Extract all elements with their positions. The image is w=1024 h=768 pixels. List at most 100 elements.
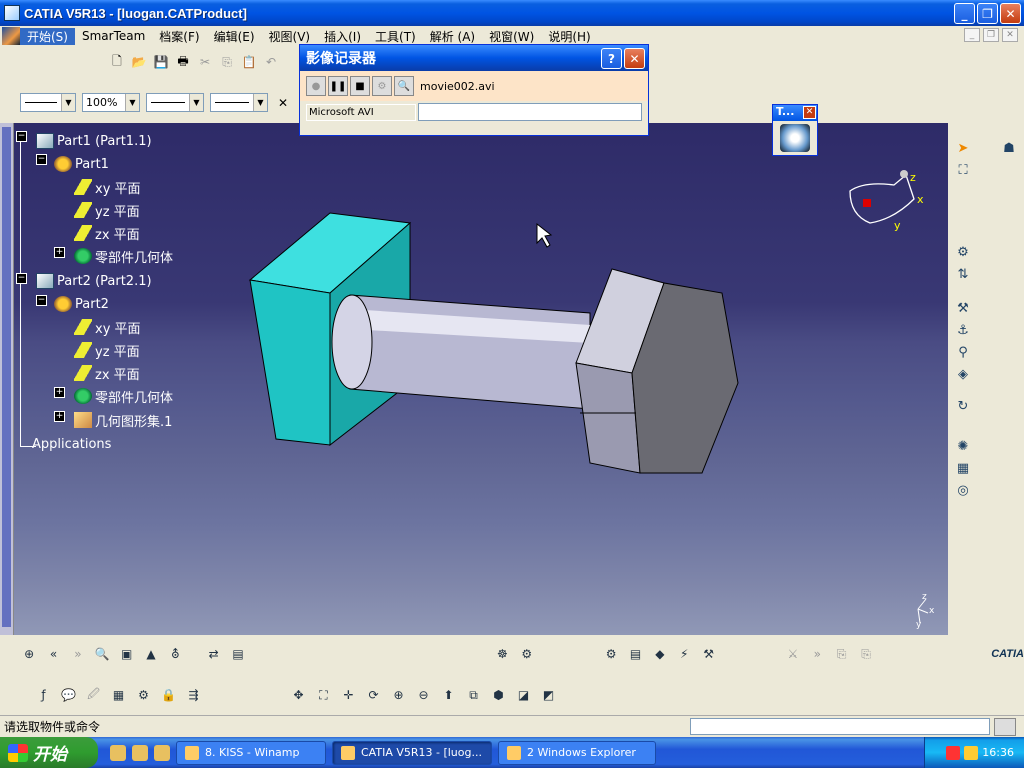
transparency-combo[interactable]: 100% ▼ — [82, 93, 140, 112]
menu-start[interactable]: 开始(S) — [20, 27, 75, 45]
offset-icon[interactable]: ◈ — [952, 365, 974, 383]
tree-item-part1[interactable]: Part1 — [54, 154, 109, 174]
rule-icon[interactable]: 🖉 — [84, 686, 103, 705]
disabled-copy-icon[interactable]: ⎘ — [832, 645, 850, 664]
design-table-icon[interactable]: ▦ — [109, 686, 128, 705]
select-arrow-icon[interactable]: ➤ — [952, 139, 974, 157]
tray-icon[interactable] — [964, 745, 979, 760]
tree-item-zx-plane[interactable]: zx 平面 — [74, 223, 140, 243]
tree-item-zx-plane[interactable]: zx 平面 — [74, 363, 140, 383]
catia-logo-icon[interactable] — [2, 27, 20, 45]
doc-close-button[interactable]: ✕ — [1002, 28, 1018, 42]
zoom-out-icon[interactable]: ⊖ — [414, 686, 433, 705]
tree-item-xy-plane[interactable]: xy 平面 — [74, 177, 141, 197]
new-icon[interactable]: 🗋 — [108, 53, 126, 71]
floating-toolbar-close-button[interactable]: ✕ — [803, 106, 816, 119]
zoom-in-icon[interactable]: ⊕ — [389, 686, 408, 705]
zoom-icon[interactable]: 🔍 — [93, 645, 111, 664]
collapse-icon[interactable]: − — [16, 273, 27, 284]
iso-view-icon[interactable]: ⬢ — [489, 686, 508, 705]
tree-item-part2-instance[interactable]: Part2 (Part2.1) — [36, 271, 152, 291]
collapse-icon[interactable]: − — [36, 154, 47, 165]
swap-icon[interactable]: ⇄ — [205, 645, 223, 664]
recorder-close-button[interactable]: ✕ — [624, 48, 645, 69]
disabled-next-icon[interactable]: » — [808, 645, 826, 664]
color-combo[interactable]: ▼ — [20, 93, 76, 112]
doc-restore-button[interactable]: ❐ — [983, 28, 999, 42]
expand-icon[interactable]: + — [54, 411, 65, 422]
apply-material-icon[interactable]: ◆ — [651, 645, 669, 664]
command-button[interactable] — [994, 717, 1016, 736]
hide-icon[interactable]: ◩ — [539, 686, 558, 705]
bolt-icon[interactable]: ⚡ — [675, 645, 693, 664]
record-icon[interactable]: ● — [306, 76, 326, 96]
snap-icon[interactable]: ⛶ — [952, 161, 974, 179]
floating-toolbar-title[interactable]: T... ✕ — [773, 105, 817, 121]
close-button[interactable]: ✕ — [1000, 3, 1021, 24]
quick-launch-icon[interactable] — [110, 744, 126, 761]
disabled-paste-icon[interactable]: ⎘ — [857, 645, 875, 664]
restore-button[interactable]: ❐ — [977, 3, 998, 24]
explode-icon[interactable]: ✺ — [952, 437, 974, 455]
preview-icon[interactable]: 🔍 — [394, 76, 414, 96]
pan-icon[interactable]: ✥ — [289, 686, 308, 705]
menu-smarteam[interactable]: SmarTeam — [75, 29, 152, 43]
quick-launch-icon[interactable] — [154, 744, 170, 761]
normal-icon[interactable]: ⬆ — [439, 686, 458, 705]
expand-icon[interactable]: + — [54, 387, 65, 398]
catalog-icon[interactable]: ☸ — [493, 645, 511, 664]
tree-item-xy-plane[interactable]: xy 平面 — [74, 317, 141, 337]
tray-icon[interactable] — [946, 745, 961, 760]
save-icon[interactable]: 💾 — [152, 53, 170, 71]
menu-insert[interactable]: 插入(I) — [317, 28, 368, 45]
menu-file[interactable]: 档案(F) — [152, 28, 206, 45]
update-icon[interactable]: ↻ — [952, 397, 974, 415]
taskbar-item-catia[interactable]: CATIA V5R13 - [luog... — [332, 740, 492, 765]
render-icon[interactable]: ▲ — [142, 645, 160, 664]
setup-icon[interactable]: ⚙ — [372, 76, 392, 96]
equation-icon[interactable]: ⇶ — [184, 686, 203, 705]
catalog-browser-icon[interactable]: ⚙ — [134, 686, 153, 705]
collapse-icon[interactable]: − — [16, 131, 27, 142]
tree-item-part2[interactable]: Part2 — [54, 294, 109, 314]
collapse-icon[interactable]: − — [36, 295, 47, 306]
hide-show-icon[interactable]: ▤ — [229, 645, 247, 664]
open-icon[interactable]: 📂 — [130, 53, 148, 71]
clash-icon[interactable]: ⚒ — [952, 299, 974, 317]
constraint-icon[interactable]: ⚙ — [952, 243, 974, 261]
formula-icon[interactable]: ƒ — [34, 686, 53, 705]
toolbar-icon-extra[interactable]: ☗ — [998, 139, 1020, 157]
manipulation-icon[interactable]: ⇅ — [952, 265, 974, 283]
pause-icon[interactable]: ❚❚ — [328, 76, 348, 96]
expand-icon[interactable]: + — [54, 247, 65, 258]
wrench-icon[interactable]: ⚒ — [699, 645, 717, 664]
video-camera-icon[interactable] — [780, 124, 810, 152]
menu-view[interactable]: 视图(V) — [262, 28, 318, 45]
tree-item-part-body[interactable]: 零部件几何体 — [74, 386, 173, 406]
rotate-icon[interactable]: ⟳ — [364, 686, 383, 705]
measure-inertia-icon[interactable]: ▤ — [626, 645, 644, 664]
compass-icon[interactable] — [849, 170, 915, 224]
line-type-combo[interactable]: ▼ — [210, 93, 268, 112]
point-style-icon[interactable]: ✕ — [274, 94, 292, 112]
measure-icon[interactable]: ⚙ — [602, 645, 620, 664]
move-icon[interactable]: ✛ — [339, 686, 358, 705]
print-icon[interactable]: 🖶 — [174, 53, 192, 71]
copy-icon[interactable]: ⎘ — [218, 53, 236, 71]
product-structure-icon[interactable]: ▦ — [952, 459, 974, 477]
tree-item-applications[interactable]: Applications — [32, 434, 111, 454]
minimize-button[interactable]: _ — [954, 3, 975, 24]
tree-item-part-body[interactable]: 零部件几何体 — [74, 246, 173, 266]
fix-icon[interactable]: ⚓ — [952, 321, 974, 339]
tree-scrollbar[interactable] — [0, 123, 14, 635]
tree-item-yz-plane[interactable]: yz 平面 — [74, 200, 140, 220]
recorder-titlebar[interactable]: 影像记录器 — [300, 45, 648, 71]
menu-window[interactable]: 视窗(W) — [482, 28, 541, 45]
line-thickness-combo[interactable]: ▼ — [146, 93, 204, 112]
undo-icon[interactable]: ↶ — [262, 53, 280, 71]
next-icon[interactable]: » — [69, 645, 87, 664]
comment-icon[interactable]: 💬 — [59, 686, 78, 705]
fly-mode-icon[interactable]: ⊕ — [20, 645, 38, 664]
view-icon[interactable]: ▣ — [117, 645, 135, 664]
doc-minimize-button[interactable]: _ — [964, 28, 980, 42]
